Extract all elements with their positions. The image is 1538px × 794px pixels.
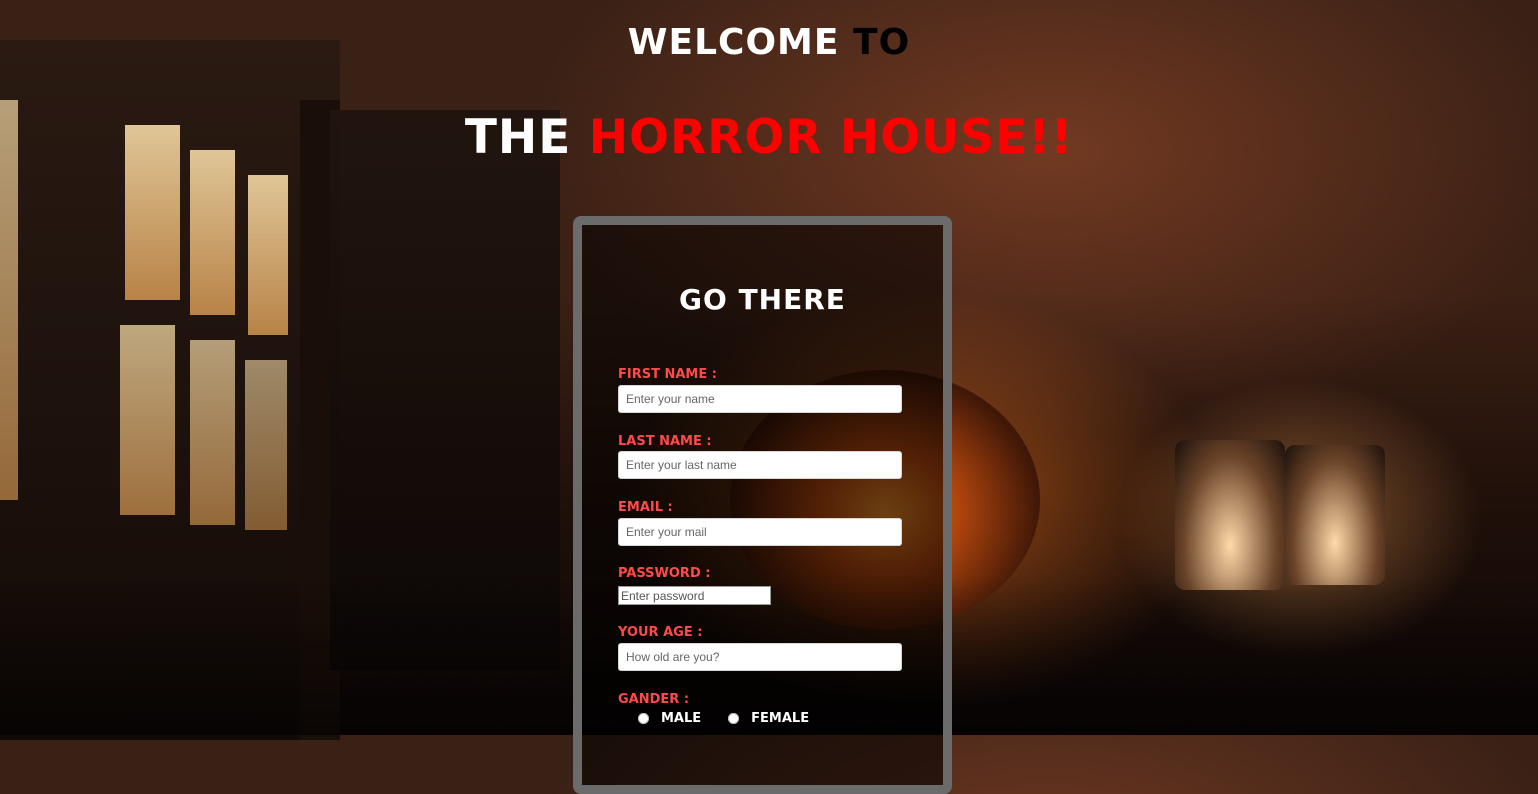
female-radio[interactable] <box>728 713 740 724</box>
to-text: TO <box>853 22 911 63</box>
background-small-lantern <box>1175 440 1285 590</box>
first-name-label: FIRST NAME : <box>618 367 717 382</box>
password-label: PASSWORD : <box>618 566 711 581</box>
age-label: YOUR AGE : <box>618 625 703 640</box>
female-label: FEMALE <box>751 711 810 726</box>
first-name-input[interactable] <box>618 385 902 413</box>
last-name-input[interactable] <box>618 451 902 479</box>
horror-house-text: HORROR HOUSE!! <box>588 110 1074 165</box>
male-radio[interactable] <box>638 713 649 724</box>
welcome-title: WELCOME TO <box>0 22 1538 63</box>
email-input[interactable] <box>618 518 902 546</box>
form-heading: GO THERE <box>679 283 846 316</box>
password-input[interactable] <box>618 586 771 605</box>
background-small-lantern <box>1285 445 1385 585</box>
horror-house-title: THE HORROR HOUSE!! <box>0 110 1538 165</box>
last-name-label: LAST NAME : <box>618 434 712 449</box>
gender-label: GANDER : <box>618 692 690 707</box>
gender-options: MALE FEMALE <box>638 711 836 726</box>
welcome-text: WELCOME <box>627 22 840 63</box>
email-label: EMAIL : <box>618 500 673 515</box>
the-text: THE <box>464 110 572 165</box>
male-label: MALE <box>661 711 702 726</box>
age-input[interactable] <box>618 643 902 671</box>
registration-form: GO THERE FIRST NAME : LAST NAME : EMAIL … <box>573 216 952 794</box>
